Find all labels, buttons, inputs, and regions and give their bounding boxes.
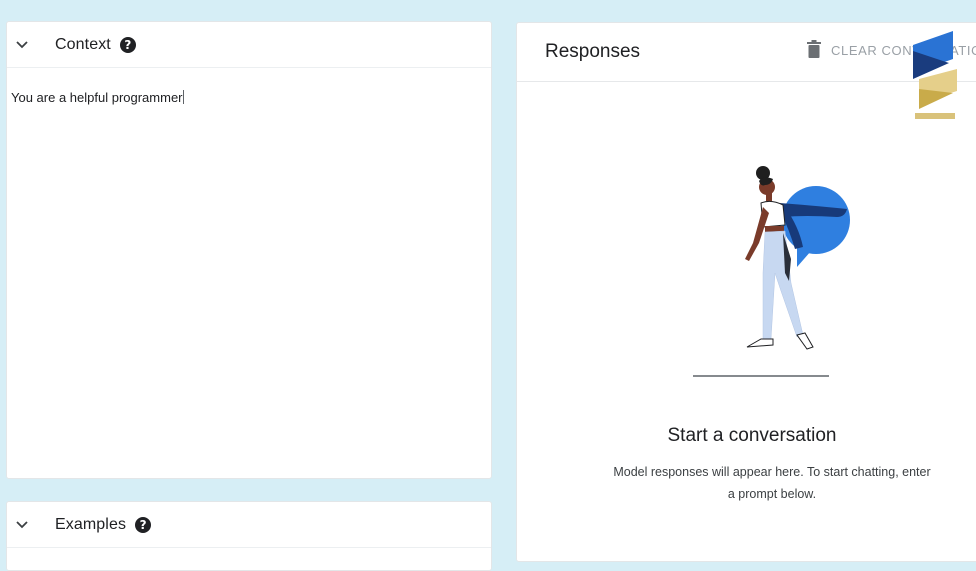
context-header[interactable]: Context ?	[7, 22, 491, 68]
responses-panel: Responses CLEAR CONVERSATION Start a con…	[516, 22, 976, 562]
context-text-value: You are a helpful programmer	[11, 90, 183, 105]
help-icon[interactable]: ?	[119, 36, 136, 53]
responses-header: Responses CLEAR CONVERSATION	[517, 23, 976, 119]
empty-state-description: Model responses will appear here. To sta…	[613, 465, 931, 501]
watermark-logo	[909, 29, 961, 128]
chevron-down-icon[interactable]	[15, 518, 29, 532]
text-caret	[182, 90, 184, 104]
walking-person-illustration	[687, 163, 887, 408]
examples-header[interactable]: Examples ?	[7, 502, 491, 548]
examples-title: Examples	[55, 515, 127, 533]
chevron-down-icon[interactable]	[15, 38, 29, 52]
left-column: Context ? You are a helpful programmer E…	[6, 8, 492, 571]
examples-panel: Examples ?	[6, 501, 492, 571]
empty-state-title: Start a conversation	[667, 425, 837, 446]
trash-icon	[807, 40, 821, 61]
responses-title: Responses	[545, 41, 641, 62]
context-panel: Context ? You are a helpful programmer	[6, 21, 492, 479]
context-title: Context	[55, 35, 111, 53]
context-input[interactable]: You are a helpful programmer	[11, 90, 471, 470]
help-icon[interactable]: ?	[135, 516, 152, 533]
